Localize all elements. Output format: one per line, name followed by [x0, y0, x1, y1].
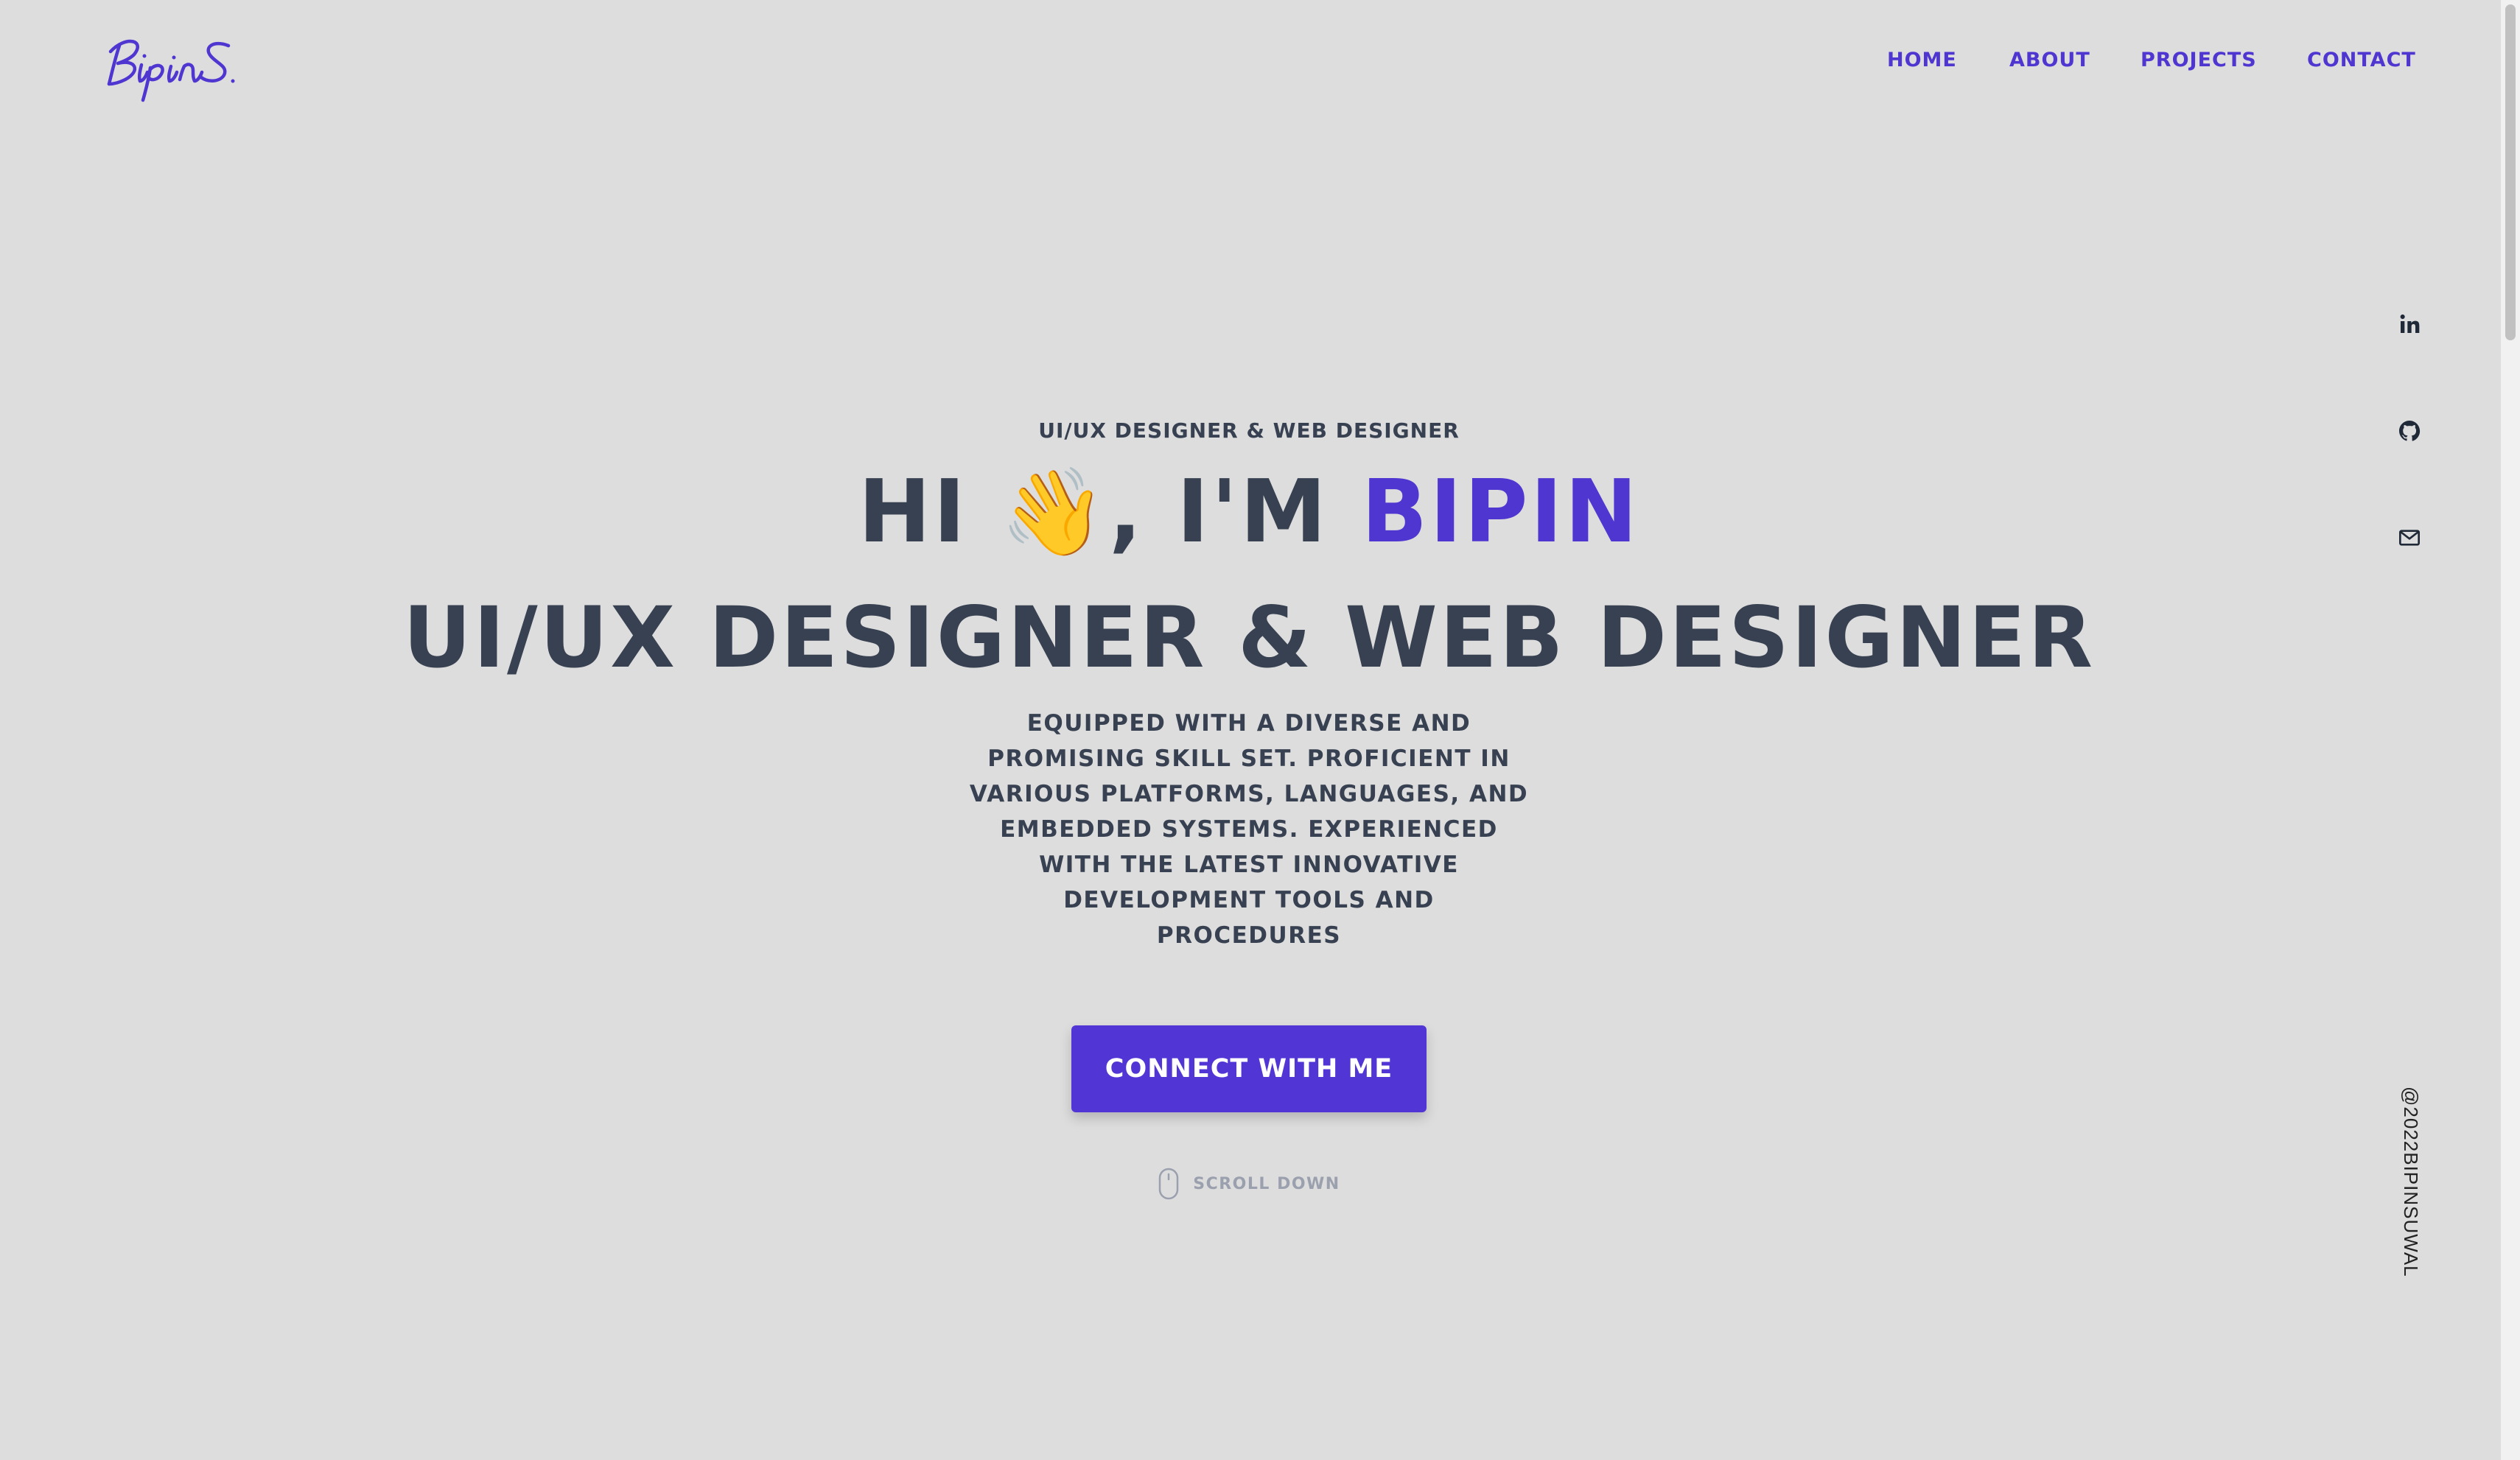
hero-name: BIPIN — [1361, 460, 1640, 562]
scroll-down-link[interactable]: SCROLL DOWN — [0, 1165, 2498, 1202]
scroll-down-label: SCROLL DOWN — [1193, 1174, 1340, 1193]
waving-hand-icon: 👋 — [1000, 463, 1109, 562]
mouse-icon — [1159, 1168, 1179, 1200]
hero-subheadline: UI/UX DESIGNER & WEB DESIGNER — [402, 589, 2096, 687]
greeting-prefix: HI — [858, 460, 1001, 562]
nav-about-link[interactable]: ABOUT — [2009, 46, 2090, 75]
hero-headline: HI 👋, I'M BIPIN — [0, 449, 2498, 575]
hero-description: EQUIPPED WITH A DIVERSE AND PROMISING SK… — [969, 710, 1529, 949]
nav-contact-link[interactable]: CONTACT — [2307, 46, 2416, 75]
nav-home-link[interactable]: HOME — [1887, 46, 1957, 75]
main-nav: HOME ABOUT PROJECTS CONTACT — [0, 46, 2520, 75]
hero-section: UI/UX DESIGNER & WEB DESIGNER HI 👋, I'M … — [0, 413, 2498, 1202]
page-scrollbar[interactable] — [2501, 0, 2520, 1460]
connect-button[interactable]: CONNECT WITH ME — [1071, 1025, 1427, 1112]
linkedin-icon[interactable] — [2395, 309, 2424, 339]
nav-projects-link[interactable]: PROJECTS — [2141, 46, 2257, 75]
scrollbar-thumb[interactable] — [2505, 4, 2516, 340]
greeting-mid: , I'M — [1108, 460, 1362, 562]
hero-eyebrow: UI/UX DESIGNER & WEB DESIGNER — [1038, 418, 1460, 443]
